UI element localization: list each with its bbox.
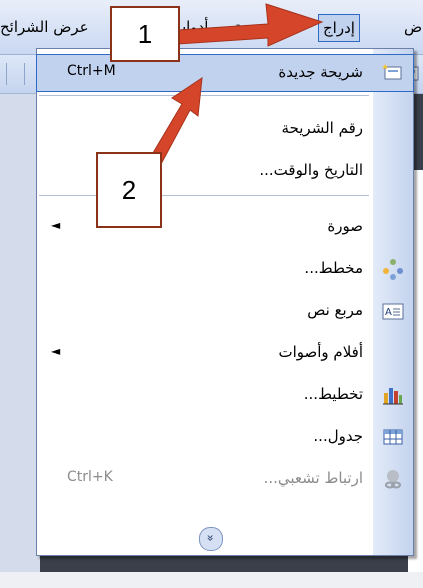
callout-1: 1	[110, 6, 180, 62]
arrow-1-icon	[177, 3, 324, 47]
annotation-arrows	[149, 3, 324, 167]
callout-2: 2	[96, 152, 162, 228]
